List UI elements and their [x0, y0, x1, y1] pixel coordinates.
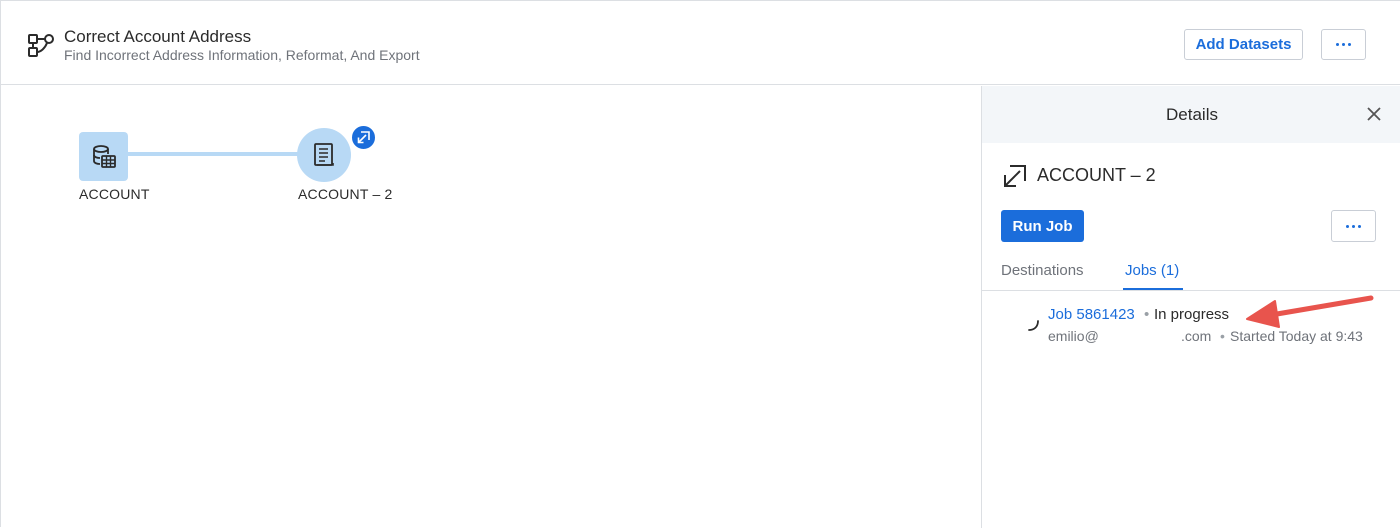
flow-canvas[interactable]: ACCOUNT ACCOUNT – 2 [1, 86, 981, 528]
close-icon[interactable] [1366, 106, 1382, 122]
flow-title: Correct Account Address [64, 27, 252, 46]
details-more-button[interactable] [1331, 210, 1376, 242]
destination-badge[interactable] [350, 124, 377, 151]
output-icon [314, 143, 334, 166]
separator-dot: • [1144, 306, 1150, 323]
node-account[interactable] [79, 132, 128, 181]
job-user-domain: .com [1181, 328, 1212, 344]
flow-subtitle: Find Incorrect Address Information, Refo… [64, 47, 420, 63]
dataset-icon [92, 144, 116, 168]
node-account-2[interactable] [297, 128, 351, 182]
more-horizontal-icon [1336, 43, 1351, 46]
tab-jobs[interactable]: Jobs (1) [1125, 262, 1179, 279]
flow-icon [28, 34, 54, 57]
loading-spinner-icon [1028, 320, 1039, 331]
job-status: In progress [1154, 306, 1230, 323]
job-user: emilio@ [1048, 328, 1099, 344]
details-title: Details [1166, 105, 1218, 124]
node-account-2-label: ACCOUNT – 2 [298, 186, 393, 202]
flow-header: Correct Account Address Find Incorrect A… [1, 1, 1400, 85]
node-account-label: ACCOUNT [79, 186, 150, 202]
separator-dot: • [1220, 328, 1225, 344]
app-window: Correct Account Address Find Incorrect A… [0, 0, 1400, 528]
header-more-button[interactable] [1321, 29, 1366, 60]
destination-icon [357, 131, 370, 144]
red-arrow-annotation [1246, 295, 1374, 328]
more-horizontal-icon [1346, 224, 1361, 228]
add-datasets-button[interactable]: Add Datasets [1184, 29, 1303, 60]
job-link[interactable]: Job 5861423 [1048, 306, 1135, 323]
tab-destinations[interactable]: Destinations [1001, 262, 1084, 279]
run-job-button[interactable]: Run Job [1001, 210, 1084, 242]
destination-name: ACCOUNT – 2 [1037, 165, 1156, 185]
details-header: Details [982, 86, 1400, 143]
flow-edge [127, 152, 299, 156]
destination-icon [1004, 165, 1026, 187]
